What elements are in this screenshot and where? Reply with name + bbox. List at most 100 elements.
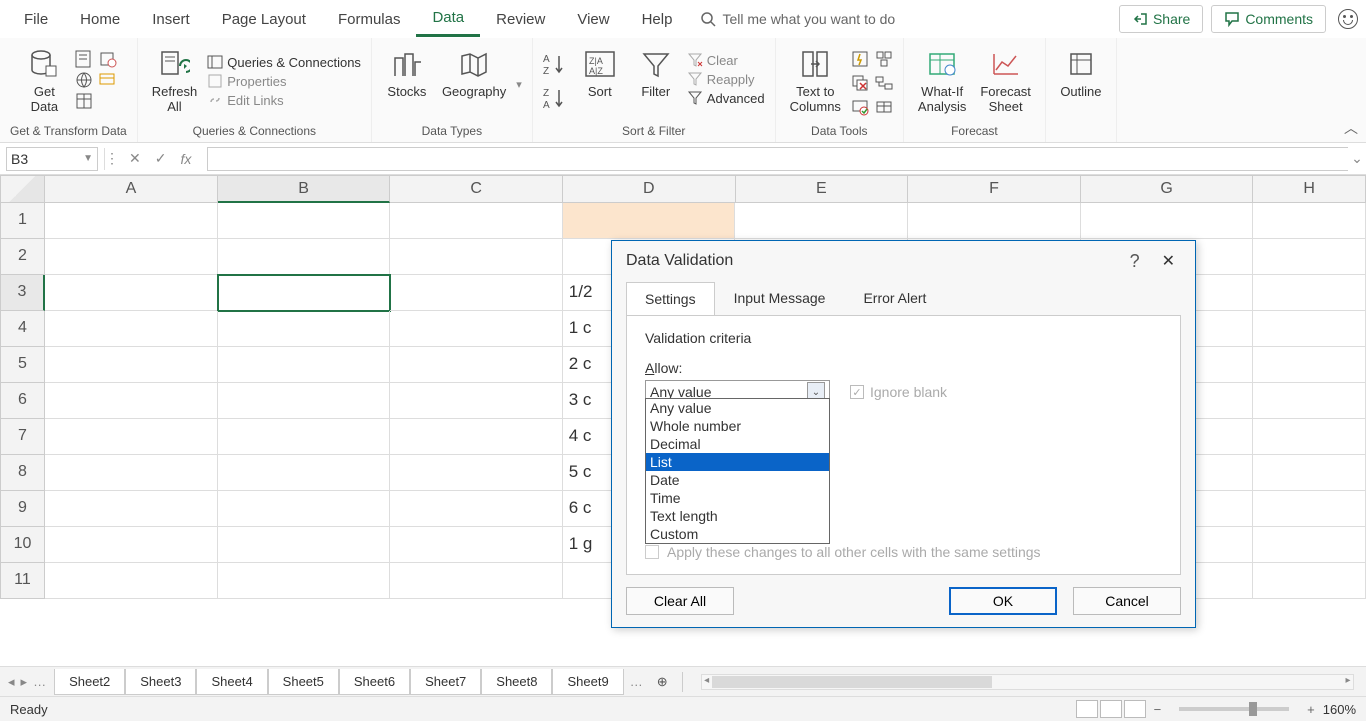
expand-formula-bar-icon[interactable]: ⌄ [1348,150,1366,167]
cell-h7[interactable] [1253,419,1366,455]
cell-b7[interactable] [218,419,391,455]
edit-links-button[interactable]: Edit Links [207,92,361,108]
dialog-close-button[interactable]: ✕ [1156,251,1181,271]
tab-data[interactable]: Data [416,1,480,37]
zoom-in-button[interactable]: + [1307,702,1315,717]
share-button[interactable]: Share [1119,5,1203,33]
cell-h8[interactable] [1253,455,1366,491]
horizontal-scrollbar[interactable]: ◂ ▸ [701,674,1354,690]
col-header-g[interactable]: G [1081,175,1254,203]
sheet-nav-next-icon[interactable]: … [624,674,649,689]
row-header-3[interactable]: 3 [0,275,45,311]
cell-b1[interactable] [218,203,391,239]
cell-h6[interactable] [1253,383,1366,419]
tab-formulas[interactable]: Formulas [322,3,417,36]
allow-option-any-value[interactable]: Any value [646,399,829,417]
sheet-tab-sheet4[interactable]: Sheet4 [196,669,267,695]
cell-h2[interactable] [1253,239,1366,275]
tab-home[interactable]: Home [64,3,136,36]
sheet-tab-sheet9[interactable]: Sheet9 [552,669,623,695]
cell-h9[interactable] [1253,491,1366,527]
sheet-tab-sheet7[interactable]: Sheet7 [410,669,481,695]
cell-c7[interactable] [390,419,563,455]
col-header-a[interactable]: A [45,175,218,203]
feedback-icon[interactable] [1338,9,1358,29]
sort-asc-icon[interactable]: AZ [543,52,569,76]
from-table-icon[interactable] [75,92,93,110]
existing-connections-icon[interactable] [99,71,117,89]
cancel-formula-icon[interactable]: ✕ [129,150,141,167]
sheet-nav-prev-icon[interactable]: ▸ [21,674,28,690]
page-layout-view-button[interactable] [1100,700,1122,718]
outline-button[interactable]: Outline [1056,46,1106,101]
tab-review[interactable]: Review [480,3,561,36]
cell-c5[interactable] [390,347,563,383]
allow-option-time[interactable]: Time [646,489,829,507]
forecast-sheet-button[interactable]: Forecast Sheet [976,46,1035,116]
data-validation-icon[interactable] [851,98,869,116]
sheet-tab-sheet2[interactable]: Sheet2 [54,669,125,695]
allow-option-custom[interactable]: Custom [646,525,829,543]
sheet-tab-sheet6[interactable]: Sheet6 [339,669,410,695]
cell-b6[interactable] [218,383,391,419]
ok-button[interactable]: OK [949,587,1057,615]
row-header-11[interactable]: 11 [0,563,45,599]
fx-icon[interactable]: fx [180,151,191,167]
clear-all-button[interactable]: Clear All [626,587,734,615]
sort-desc-icon[interactable]: ZA [543,86,569,110]
cell-a8[interactable] [45,455,218,491]
zoom-out-button[interactable]: − [1154,702,1162,717]
get-data-button[interactable]: Get Data [19,46,69,116]
remove-duplicates-icon[interactable] [851,74,869,92]
cell-a5[interactable] [45,347,218,383]
cell-h11[interactable] [1253,563,1366,599]
cell-c1[interactable] [390,203,563,239]
col-header-h[interactable]: H [1253,175,1366,203]
row-header-9[interactable]: 9 [0,491,45,527]
row-header-4[interactable]: 4 [0,311,45,347]
stocks-button[interactable]: Stocks [382,46,432,101]
row-header-7[interactable]: 7 [0,419,45,455]
cell-a4[interactable] [45,311,218,347]
cell-h3[interactable] [1253,275,1366,311]
col-header-c[interactable]: C [390,175,563,203]
advanced-button[interactable]: Advanced [687,90,765,106]
flash-fill-icon[interactable] [851,50,869,68]
from-text-icon[interactable] [75,50,93,68]
cancel-button[interactable]: Cancel [1073,587,1181,615]
col-header-b[interactable]: B [218,175,391,203]
cell-b9[interactable] [218,491,391,527]
cell-a1[interactable] [45,203,218,239]
cell-c3[interactable] [390,275,563,311]
dialog-titlebar[interactable]: Data Validation ? ✕ [612,241,1195,281]
dialog-tab-settings[interactable]: Settings [626,282,715,316]
properties-button[interactable]: Properties [207,73,361,89]
clear-button[interactable]: Clear [687,52,765,68]
row-header-5[interactable]: 5 [0,347,45,383]
queries-connections-button[interactable]: Queries & Connections [207,54,361,70]
collapse-ribbon-icon[interactable]: ︿ [1344,118,1358,138]
allow-option-text-length[interactable]: Text length [646,507,829,525]
cell-b4[interactable] [218,311,391,347]
cell-a11[interactable] [45,563,218,599]
cell-h4[interactable] [1253,311,1366,347]
cell-f1[interactable] [908,203,1081,239]
row-header-1[interactable]: 1 [0,203,45,239]
tell-me-search[interactable]: Tell me what you want to do [688,11,907,27]
data-model-icon[interactable] [875,98,893,116]
allow-option-list[interactable]: List [646,453,829,471]
cell-a3[interactable] [45,275,218,311]
filter-button[interactable]: Filter [631,46,681,101]
cell-c2[interactable] [390,239,563,275]
recent-sources-icon[interactable] [99,50,117,68]
tab-view[interactable]: View [561,3,625,36]
cell-b8[interactable] [218,455,391,491]
page-break-view-button[interactable] [1124,700,1146,718]
data-types-expand-icon[interactable]: ▾ [516,78,522,91]
cell-b3[interactable] [218,275,391,311]
cell-c4[interactable] [390,311,563,347]
tab-help[interactable]: Help [626,3,689,36]
cell-h10[interactable] [1253,527,1366,563]
cell-a7[interactable] [45,419,218,455]
dialog-tab-error-alert[interactable]: Error Alert [844,281,945,315]
